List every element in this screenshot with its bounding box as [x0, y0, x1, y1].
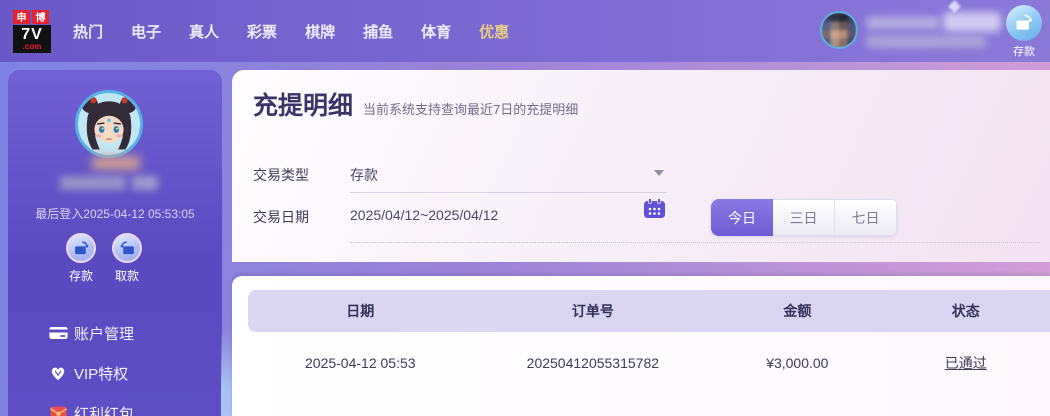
topbar-deposit-label: 存款 — [1004, 43, 1044, 59]
sidebar-withdraw-button[interactable]: 取款 — [104, 233, 150, 284]
date-range-input[interactable]: 2025/04/12~2025/04/12 — [350, 207, 498, 223]
range-button-7days[interactable]: 七日 — [835, 199, 897, 236]
transaction-type-label: 交易类型 — [253, 165, 309, 185]
profile-avatar[interactable] — [75, 90, 143, 158]
nav-item-hot[interactable]: 热门 — [73, 21, 103, 42]
vip-badge-blurred — [943, 12, 1001, 32]
logo-top-row: 申 博 — [13, 10, 51, 24]
nav-item-sports[interactable]: 体育 — [421, 21, 451, 42]
sidebar: 最后登入2025-04-12 05:53:05 存款 取款 — [8, 70, 222, 416]
badge-sparkle-icon — [948, 0, 961, 13]
page-subtitle: 当前系统支持查询最近7日的充提明细 — [363, 99, 578, 118]
topbar-deposit-button[interactable]: 存款 — [1004, 5, 1044, 59]
date-range-button-group: 今日 三日 七日 — [711, 199, 897, 236]
username-blurred — [866, 17, 940, 29]
nav-item-promos[interactable]: 优惠 — [479, 21, 509, 42]
sidebar-item-vip[interactable]: VIP特权 — [8, 360, 222, 386]
bank-card-icon — [48, 326, 68, 340]
sidebar-item-bonus-redpacket[interactable]: 红利红包 — [8, 400, 222, 416]
user-avatar[interactable] — [820, 11, 858, 49]
nav-item-slots[interactable]: 电子 — [131, 21, 161, 42]
withdraw-wallet-icon — [112, 233, 142, 263]
select-underline — [350, 192, 667, 193]
nav-item-fishing[interactable]: 捕鱼 — [363, 21, 393, 42]
sidebar-withdraw-label: 取款 — [104, 267, 150, 284]
nav-item-live[interactable]: 真人 — [189, 21, 219, 42]
column-header-amount: 金额 — [713, 301, 881, 321]
transaction-date-label: 交易日期 — [253, 207, 309, 227]
date-underline — [350, 242, 1040, 243]
table-header-row: 日期 订单号 金额 状态 — [248, 290, 1050, 332]
cell-date: 2025-04-12 05:53 — [248, 355, 473, 371]
site-logo[interactable]: 申 博 7V .com — [13, 10, 51, 53]
calendar-icon[interactable] — [643, 198, 666, 224]
profile-name-suffix-blurred — [132, 176, 158, 190]
main-nav-menu: 热门 电子 真人 彩票 棋牌 捕鱼 体育 优惠 — [73, 21, 509, 42]
vip-gem-icon — [48, 365, 68, 381]
sidebar-item-label: VIP特权 — [74, 363, 128, 384]
cell-amount: ¥3,000.00 — [713, 355, 881, 371]
sidebar-item-account-management[interactable]: 账户管理 — [8, 320, 222, 346]
transaction-type-select[interactable]: 存款 — [350, 165, 378, 185]
column-header-date: 日期 — [248, 301, 473, 321]
background-gap-strip — [221, 330, 232, 416]
page-title: 充提明细 — [253, 86, 353, 122]
deposit-wallet-icon — [1006, 5, 1042, 41]
top-navbar: 申 博 7V .com 热门 电子 真人 彩票 棋牌 捕鱼 体育 优惠 — [0, 0, 1050, 62]
cell-order-no: 20250412055315782 — [473, 355, 714, 371]
nav-item-cards[interactable]: 棋牌 — [305, 21, 335, 42]
red-packet-icon — [48, 406, 68, 416]
cell-status-link[interactable]: 已通过 — [945, 355, 987, 371]
logo-block: 7V .com — [13, 25, 51, 53]
sidebar-item-label: 账户管理 — [74, 323, 134, 344]
sidebar-deposit-label: 存款 — [58, 267, 104, 284]
range-button-3days[interactable]: 三日 — [773, 199, 835, 236]
avatar-girl-illustration — [78, 93, 140, 155]
page: 申 博 7V .com 热门 电子 真人 彩票 棋牌 捕鱼 体育 优惠 — [0, 0, 1050, 416]
range-button-today[interactable]: 今日 — [711, 199, 773, 236]
column-header-order-no: 订单号 — [473, 301, 714, 321]
nav-item-lottery[interactable]: 彩票 — [247, 21, 277, 42]
column-header-status: 状态 — [882, 301, 1050, 321]
chevron-down-icon[interactable] — [654, 170, 664, 176]
page-title-box: 充提明细 当前系统支持查询最近7日的充提明细 — [253, 86, 578, 122]
profile-name-blurred — [60, 176, 126, 190]
filter-panel: 充提明细 当前系统支持查询最近7日的充提明细 交易类型 存款 交易日期 2025… — [232, 70, 1050, 262]
table-row: 2025-04-12 05:53 20250412055315782 ¥3,00… — [248, 348, 1050, 378]
logo-char-1: 申 — [13, 10, 30, 24]
avatar-bottom-blurred — [92, 156, 140, 170]
avatar-pixelated-image — [822, 13, 856, 47]
logo-domain: .com — [13, 43, 51, 51]
sidebar-item-label: 红利红包 — [74, 403, 134, 416]
last-login-text: 最后登入2025-04-12 05:53:05 — [8, 205, 222, 222]
records-table-panel: 日期 订单号 金额 状态 2025-04-12 05:53 2025041205… — [232, 276, 1050, 416]
logo-brand: 7V — [13, 26, 51, 43]
logo-char-2: 博 — [32, 10, 49, 24]
balance-blurred — [866, 35, 986, 48]
deposit-wallet-icon — [66, 233, 96, 263]
sidebar-deposit-button[interactable]: 存款 — [58, 233, 104, 284]
